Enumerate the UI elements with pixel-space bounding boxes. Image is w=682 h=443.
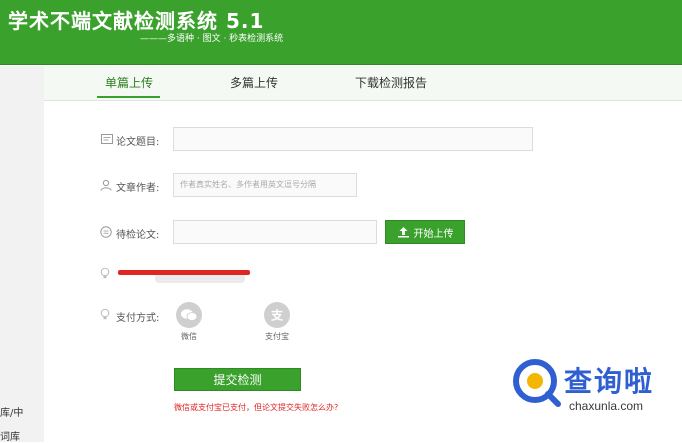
app-title: 学术不端文献检测系统 5.1 [8,9,265,33]
title-input[interactable] [173,127,533,151]
left-sidebar-text-2[interactable]: 词库 [0,428,20,443]
payment-option-wechat[interactable]: 微信 [167,302,211,342]
payment-option-wechat-label: 微信 [181,332,197,341]
active-tab-indicator [97,96,160,98]
watermark-cn-text: 查询啦 [564,365,655,398]
wechat-icon [176,302,202,328]
lightbulb-icon [100,308,110,320]
watermark-en-text: chaxunla.com [569,399,644,413]
search-logo-icon [513,359,561,407]
file-circle-icon [100,226,112,238]
payment-failure-help-link[interactable]: 微信或支付宝已支付，但论文提交失败怎么办? [174,402,338,413]
svg-text:支: 支 [270,308,284,323]
upload-button-label: 开始上传 [413,228,454,240]
upload-button[interactable]: 开始上传 [385,220,465,244]
paper-label: 待检论文: [116,230,160,241]
tab-single-upload[interactable]: 单篇上传 [105,74,153,91]
user-icon [100,179,112,191]
payment-option-alipay-label: 支付宝 [265,332,289,341]
redaction-mark [118,270,250,275]
payment-option-alipay[interactable]: 支 支付宝 [255,302,299,342]
payment-label: 支付方式: [116,313,160,324]
lightbulb-icon [100,267,110,279]
app-header: 学术不端文献检测系统 5.1 ———多语种 · 图文 · 秒表检测系统 [0,0,682,65]
app-subtitle: ———多语种 · 图文 · 秒表检测系统 [140,34,284,44]
alipay-icon: 支 [264,302,290,328]
document-icon [101,134,113,144]
left-sidebar-text-1[interactable]: 库/中 [0,404,23,419]
submit-check-button[interactable]: 提交检测 [174,368,301,391]
tab-multi-upload[interactable]: 多篇上传 [230,74,278,91]
site-watermark: 查询啦 chaxunla.com [506,357,676,419]
paper-file-input[interactable] [173,220,377,244]
upload-icon [397,227,409,238]
title-label: 论文题目: [116,137,160,148]
tab-download-report[interactable]: 下载检测报告 [355,74,427,91]
author-input[interactable]: 作者真实姓名、多作者用英文逗号分隔 [173,173,357,197]
left-sidebar [0,66,44,442]
author-label: 文章作者: [116,183,160,194]
